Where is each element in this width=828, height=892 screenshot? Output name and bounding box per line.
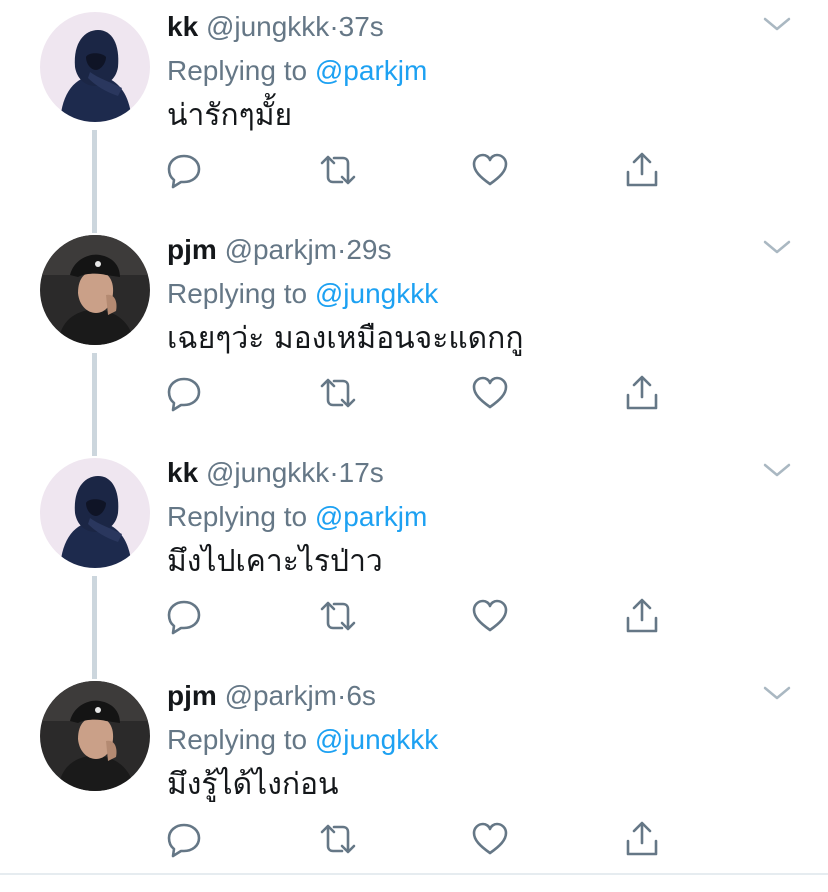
retweet-icon[interactable]	[318, 596, 358, 636]
timestamp[interactable]: 17s	[339, 457, 384, 488]
replying-label: Replying to	[167, 55, 308, 86]
mention-link[interactable]: @parkjm	[315, 55, 427, 86]
timestamp[interactable]: 6s	[346, 680, 376, 711]
tweet-actions	[0, 150, 828, 190]
tweet[interactable]: kk @jungkkk·37s Replying to @parkjm น่าร…	[0, 0, 828, 223]
tweet-header: pjm @parkjm·6s	[167, 677, 376, 715]
replying-to: Replying to @jungkkk	[167, 275, 438, 313]
tweet-header: kk @jungkkk·17s	[167, 454, 384, 492]
mention-link[interactable]: @parkjm	[315, 501, 427, 532]
separator-dot: ·	[337, 234, 347, 265]
handle[interactable]: @parkjm	[225, 680, 337, 711]
tweet-header: kk @jungkkk·37s	[167, 8, 384, 46]
display-name[interactable]: pjm	[167, 234, 217, 265]
tweet[interactable]: pjm @parkjm·29s Replying to @jungkkk เฉย…	[0, 223, 828, 446]
reply-icon[interactable]	[164, 819, 204, 859]
thread-line	[92, 223, 97, 233]
replying-to: Replying to @jungkkk	[167, 721, 438, 759]
retweet-icon[interactable]	[318, 150, 358, 190]
handle[interactable]: @parkjm	[225, 234, 337, 265]
replying-label: Replying to	[167, 278, 308, 309]
display-name[interactable]: kk	[167, 457, 198, 488]
avatar[interactable]	[40, 235, 150, 345]
mention-link[interactable]: @jungkkk	[315, 278, 438, 309]
chevron-down-icon[interactable]	[762, 237, 792, 257]
thread-line	[92, 446, 97, 456]
tweet[interactable]: kk @jungkkk·17s Replying to @parkjm มึงไ…	[0, 446, 828, 669]
thread-line	[92, 669, 97, 679]
like-icon[interactable]	[470, 373, 510, 413]
retweet-icon[interactable]	[318, 819, 358, 859]
reply-icon[interactable]	[164, 150, 204, 190]
separator-dot: ·	[329, 457, 339, 488]
timestamp[interactable]: 29s	[346, 234, 391, 265]
tweet-actions	[0, 373, 828, 413]
tweet-text: น่ารักๆมั้ย	[167, 98, 293, 133]
avatar[interactable]	[40, 12, 150, 122]
share-icon[interactable]	[622, 150, 662, 190]
share-icon[interactable]	[622, 373, 662, 413]
share-icon[interactable]	[622, 819, 662, 859]
tweet-text: เฉยๆว่ะ มองเหมือนจะแดกกู	[167, 321, 524, 356]
handle[interactable]: @jungkkk	[206, 11, 329, 42]
tweet-text: มึงรู้ได้ไงก่อน	[167, 767, 339, 802]
tweet-actions	[0, 819, 828, 859]
avatar[interactable]	[40, 458, 150, 568]
like-icon[interactable]	[470, 819, 510, 859]
like-icon[interactable]	[470, 150, 510, 190]
replying-label: Replying to	[167, 724, 308, 755]
share-icon[interactable]	[622, 596, 662, 636]
replying-to: Replying to @parkjm	[167, 52, 427, 90]
tweet-text: มึงไปเคาะไรป่าว	[167, 544, 383, 579]
reply-icon[interactable]	[164, 373, 204, 413]
like-icon[interactable]	[470, 596, 510, 636]
tweet-header: pjm @parkjm·29s	[167, 231, 391, 269]
separator-dot: ·	[337, 680, 347, 711]
handle[interactable]: @jungkkk	[206, 457, 329, 488]
timestamp[interactable]: 37s	[339, 11, 384, 42]
display-name[interactable]: pjm	[167, 680, 217, 711]
bottom-divider	[0, 873, 828, 875]
chevron-down-icon[interactable]	[762, 683, 792, 703]
tweet[interactable]: pjm @parkjm·6s Replying to @jungkkk มึงร…	[0, 669, 828, 892]
chevron-down-icon[interactable]	[762, 460, 792, 480]
tweet-actions	[0, 596, 828, 636]
replying-to: Replying to @parkjm	[167, 498, 427, 536]
retweet-icon[interactable]	[318, 373, 358, 413]
chevron-down-icon[interactable]	[762, 14, 792, 34]
replying-label: Replying to	[167, 501, 308, 532]
mention-link[interactable]: @jungkkk	[315, 724, 438, 755]
display-name[interactable]: kk	[167, 11, 198, 42]
separator-dot: ·	[329, 11, 339, 42]
avatar[interactable]	[40, 681, 150, 791]
reply-icon[interactable]	[164, 596, 204, 636]
